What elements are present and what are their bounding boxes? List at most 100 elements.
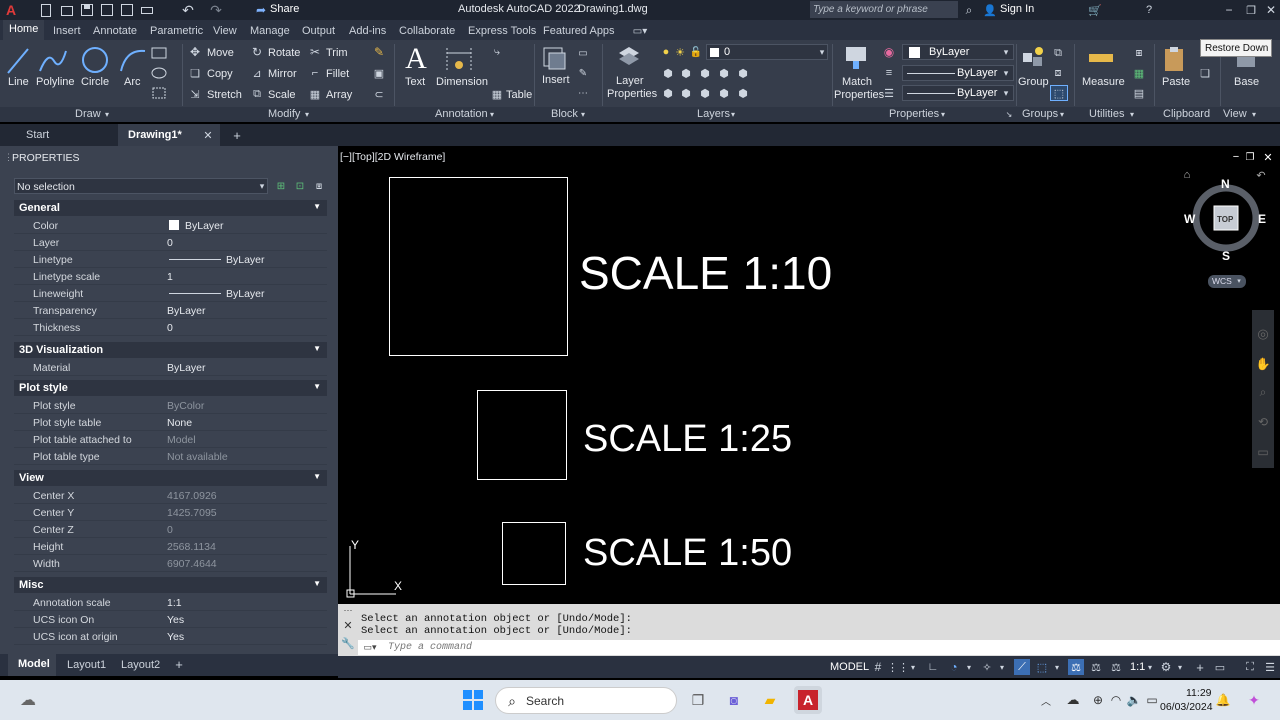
utilities-group-label[interactable]: Utilities — [1089, 108, 1124, 120]
trim-button[interactable]: Trim — [326, 47, 348, 59]
volume-icon[interactable]: 🔈 — [1126, 691, 1142, 709]
close-tab-icon[interactable]: ✕ — [202, 128, 214, 142]
rectangle-2[interactable] — [477, 390, 567, 480]
chevron-down-icon[interactable]: ▾ — [103, 108, 111, 120]
line-icon[interactable] — [6, 44, 30, 76]
annotation-visibility-icon[interactable]: ⚖ — [1068, 659, 1084, 675]
section-plot-style[interactable]: Plot style ▼ — [14, 380, 327, 396]
trim-icon[interactable]: ✂ — [308, 45, 322, 59]
cart-icon[interactable]: 🛒 — [1088, 2, 1102, 18]
insert-block-icon[interactable] — [540, 44, 568, 74]
tab-view[interactable]: View — [213, 25, 237, 37]
tab-output[interactable]: Output — [302, 25, 335, 37]
properties-group-label[interactable]: Properties — [889, 108, 939, 120]
model-tab[interactable]: Model — [8, 654, 56, 676]
property-row-linetype-scale[interactable]: Linetype scale 1 — [14, 268, 327, 285]
group-selection-icon[interactable]: ⬚ — [1050, 85, 1068, 101]
isodraft-icon[interactable]: ✧ — [980, 660, 994, 674]
gradient-icon[interactable] — [150, 86, 168, 100]
rectangle-3[interactable] — [502, 522, 566, 585]
add-tab-icon[interactable]: + — [230, 128, 244, 143]
tab-manage[interactable]: Manage — [250, 25, 290, 37]
layer-tool-icon[interactable]: ⬢ — [697, 86, 713, 100]
measure-icon[interactable] — [1088, 46, 1114, 70]
group-icon[interactable] — [1020, 44, 1046, 72]
leader-icon[interactable]: ⤷ — [490, 45, 504, 59]
stretch-icon[interactable]: ⇲ — [188, 87, 202, 101]
tab-express-tools[interactable]: Express Tools — [468, 25, 536, 37]
table-icon[interactable]: ▦ — [490, 87, 504, 101]
tab-home[interactable]: Home — [3, 20, 45, 40]
clean-screen-icon[interactable]: ⛶ — [1242, 659, 1258, 675]
chevron-down-icon[interactable]: ▾ — [1146, 660, 1154, 674]
dimension-icon[interactable] — [444, 44, 474, 74]
weather-icon[interactable]: ☁ — [18, 690, 38, 710]
quick-calc-icon[interactable]: ▦ — [1132, 66, 1146, 80]
chevron-down-icon[interactable]: ▾ — [965, 660, 973, 674]
save-icon[interactable] — [80, 3, 94, 17]
property-row-layer[interactable]: Layer 0 — [14, 234, 327, 251]
annotation-monitor-icon[interactable]: + — [1192, 659, 1208, 675]
showmotion-icon[interactable]: ▭ — [1255, 444, 1271, 460]
cmd-customize-icon[interactable]: 🔧 — [341, 636, 355, 650]
chevron-down-icon[interactable]: ▼ — [313, 472, 321, 481]
chevron-down-icon[interactable]: ▾ — [729, 108, 737, 120]
chevron-down-icon[interactable]: ▾ — [1001, 67, 1011, 79]
polyline-button[interactable]: Polyline — [36, 76, 75, 88]
teams-icon[interactable]: ◙ — [724, 690, 744, 710]
chevron-down-icon[interactable]: ▾ — [1250, 108, 1258, 120]
sign-in-button[interactable]: Sign In — [1000, 3, 1034, 15]
osnap-icon[interactable]: ⬚ — [1034, 659, 1050, 675]
chevron-down-icon[interactable]: ▾ — [909, 660, 917, 674]
chevron-down-icon[interactable]: ▼ — [313, 382, 321, 391]
copy-button[interactable]: Copy — [207, 68, 233, 80]
panel-launcher-icon[interactable]: ↘ — [1004, 108, 1014, 120]
layer-tool-icon[interactable]: ⬢ — [697, 66, 713, 80]
start-button[interactable] — [463, 690, 483, 710]
help-icon[interactable]: ? — [1142, 2, 1156, 18]
draw-group-label[interactable]: Draw — [75, 108, 101, 120]
tab-insert[interactable]: Insert — [53, 25, 81, 37]
viewcube-north[interactable]: N — [1221, 177, 1230, 191]
layer-tool-icon[interactable]: ⬢ — [678, 66, 694, 80]
calculator-icon[interactable]: ▤ — [1132, 86, 1146, 100]
circle-icon[interactable] — [80, 44, 110, 76]
polar-icon[interactable]: ◔ — [946, 659, 962, 675]
base-button[interactable]: Base — [1234, 76, 1259, 88]
auto-scale-icon[interactable]: ⚖ — [1088, 659, 1104, 675]
new-file-icon[interactable] — [40, 3, 52, 17]
annotation-group-label[interactable]: Annotation — [435, 108, 488, 120]
tab-annotate[interactable]: Annotate — [93, 25, 137, 37]
lineweight-dropdown[interactable]: ByLayer ▾ — [902, 85, 1014, 101]
chevron-down-icon[interactable]: ▾ — [817, 46, 827, 58]
rectangle-1[interactable] — [389, 177, 568, 356]
insert-button[interactable]: Insert — [542, 74, 570, 86]
measure-button[interactable]: Measure — [1082, 76, 1125, 88]
command-input-box[interactable]: ▭▾ Type a command — [358, 640, 1280, 655]
chevron-down-icon[interactable]: ▼ — [313, 344, 321, 353]
circle-button[interactable]: Circle — [81, 76, 109, 88]
drawing-tab[interactable]: Drawing1* ✕ — [118, 124, 220, 146]
customization-icon[interactable]: ☰ — [1262, 659, 1278, 675]
dimension-button[interactable]: Dimension — [436, 76, 488, 88]
file-explorer-icon[interactable]: ▰ — [760, 690, 780, 710]
ribbon-options-icon[interactable]: ▭▾ — [630, 25, 650, 37]
property-row-plot-table-attached[interactable]: Plot table attached to Model — [14, 431, 327, 448]
units-icon[interactable]: ▭ — [1212, 659, 1228, 675]
zoom-icon[interactable]: ⌕ — [1255, 384, 1271, 400]
wcs-menu[interactable]: WCS ▾ — [1208, 275, 1246, 288]
layers-group-label[interactable]: Layers — [697, 108, 730, 120]
linetype-dropdown[interactable]: ByLayer ▾ — [902, 65, 1014, 81]
chevron-down-icon[interactable]: ▾ — [1058, 108, 1066, 120]
layer-on-icon[interactable]: ● — [660, 45, 672, 59]
hatch-icon[interactable] — [150, 66, 168, 80]
section-view[interactable]: View ▼ — [14, 470, 327, 486]
scale-icon[interactable]: ⧉ — [250, 87, 264, 101]
open-file-icon[interactable] — [60, 3, 74, 17]
annotation-scale-icon[interactable]: ⚖ — [1108, 659, 1124, 675]
onedrive-icon[interactable]: ☁ — [1064, 691, 1082, 709]
chevron-down-icon[interactable]: ▾ — [257, 180, 267, 192]
match-properties-icon[interactable] — [842, 44, 870, 72]
layout2-tab[interactable]: Layout2 — [121, 659, 160, 671]
tab-featured-apps[interactable]: Featured Apps — [543, 25, 615, 37]
